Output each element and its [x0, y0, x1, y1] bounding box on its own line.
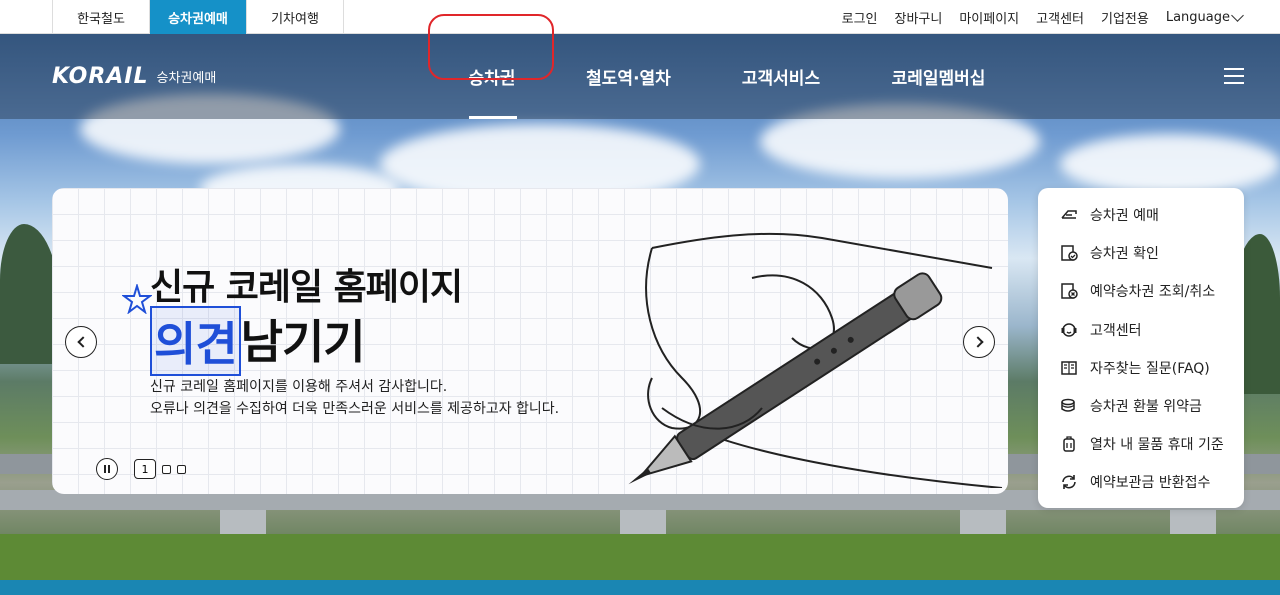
nav-customer-service[interactable]: 고객서비스 — [701, 34, 861, 119]
site-tab-ticket[interactable]: 승차권예매 — [150, 0, 247, 34]
book-icon — [1061, 361, 1077, 375]
banner-pager: 1 — [96, 458, 186, 480]
site-tab-travel[interactable]: 기차여행 — [247, 0, 344, 34]
cart-link[interactable]: 장바구니 — [895, 8, 943, 27]
quick-menu: 승차권 예매 승차권 확인 예약승차권 조회/취소 고객센터 자주찾는 질문(F… — [1038, 188, 1244, 508]
banner-subtitle: 의견 남기기 — [150, 306, 366, 376]
hamburger-menu-icon[interactable] — [1224, 68, 1244, 84]
page-dot[interactable] — [177, 464, 186, 474]
util-links: 로그인 장바구니 마이페이지 고객센터 기업전용 Language — [842, 0, 1244, 34]
page-dot[interactable] — [162, 464, 171, 474]
banner-next-button[interactable] — [963, 326, 995, 358]
banner-title: 신규 코레일 홈페이지 — [150, 267, 463, 308]
banner-prev-button[interactable] — [65, 326, 97, 358]
main-navigation: KORAIL 승차권예매 승차권 철도역·열차 고객서비스 코레일멤버십 — [0, 34, 1280, 119]
nav-station-train[interactable]: 철도역·열차 — [556, 34, 701, 119]
login-link[interactable]: 로그인 — [842, 8, 878, 27]
nav-membership[interactable]: 코레일멤버십 — [861, 34, 1016, 119]
site-tab-korail[interactable]: 한국철도 — [53, 0, 150, 34]
quick-item-luggage-rules[interactable]: 열차 내 물품 휴대 기준 — [1038, 425, 1244, 463]
quick-item-customer-center[interactable]: 고객센터 — [1038, 311, 1244, 349]
mypage-link[interactable]: 마이페이지 — [959, 8, 1019, 27]
quick-item-deposit-return[interactable]: 예약보관금 반환접수 — [1038, 463, 1244, 501]
luggage-icon — [1063, 436, 1075, 452]
refresh-icon — [1062, 475, 1076, 490]
pause-icon[interactable] — [96, 458, 118, 480]
top-utility-bar: 한국철도 승차권예매 기차여행 로그인 장바구니 마이페이지 고객센터 기업전용… — [0, 0, 1280, 34]
quick-item-refund-penalty[interactable]: 승차권 환불 위약금 — [1038, 387, 1244, 425]
quick-item-faq[interactable]: 자주찾는 질문(FAQ) — [1038, 349, 1244, 387]
page-indicator[interactable]: 1 — [134, 459, 156, 479]
quick-item-reservation-cancel[interactable]: 예약승차권 조회/취소 — [1038, 272, 1244, 310]
hand-pen-illustration — [628, 232, 1003, 488]
quick-item-ticket-check[interactable]: 승차권 확인 — [1038, 234, 1244, 272]
ticket-icon — [1061, 210, 1077, 219]
language-select[interactable]: Language — [1166, 10, 1230, 25]
ticket-check-icon — [1061, 245, 1078, 262]
customer-center-link[interactable]: 고객센터 — [1036, 8, 1084, 27]
ticket-cancel-icon — [1061, 283, 1078, 300]
headset-icon — [1061, 322, 1077, 337]
quick-item-ticket-booking[interactable]: 승차권 예매 — [1038, 196, 1244, 234]
highlight-ring — [428, 14, 554, 80]
korail-logo[interactable]: KORAIL 승차권예매 — [52, 64, 216, 89]
star-doodle-icon — [122, 284, 152, 314]
nav-active-indicator — [469, 116, 517, 119]
promo-banner[interactable]: 신규 코레일 홈페이지 의견 남기기 신규 코레일 홈페이지를 이용해 주셔서 … — [52, 188, 1008, 494]
banner-description: 신규 코레일 홈페이지를 이용해 주셔서 감사합니다. 오류나 의견을 수집하여… — [150, 379, 560, 417]
business-link[interactable]: 기업전용 — [1101, 8, 1149, 27]
coins-icon — [1061, 398, 1075, 412]
site-tabs: 한국철도 승차권예매 기차여행 — [52, 0, 344, 34]
